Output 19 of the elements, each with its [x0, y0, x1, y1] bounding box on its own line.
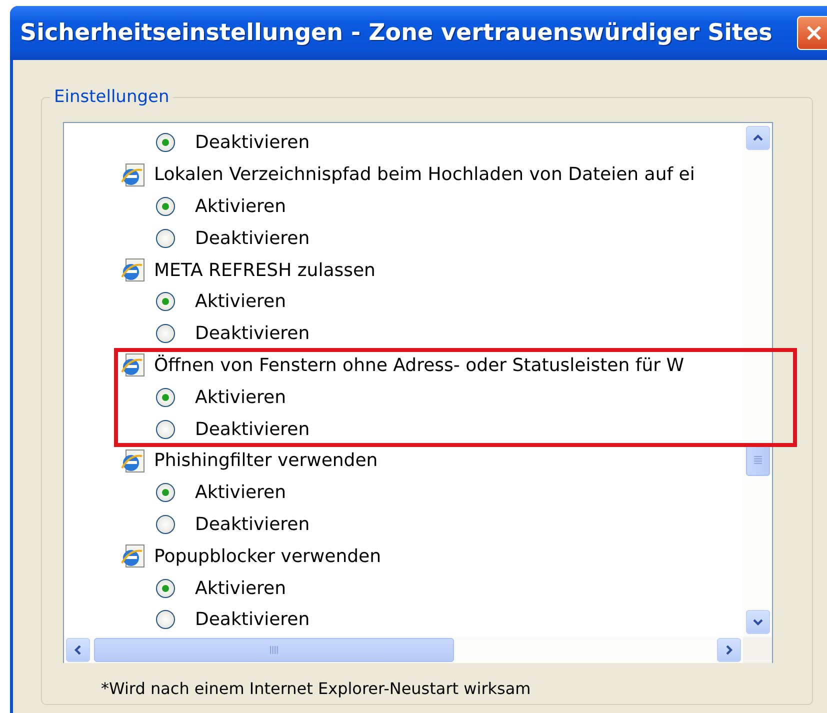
option-label: Deaktivieren	[195, 418, 310, 440]
option-label: Deaktivieren	[195, 609, 310, 630]
option-label: Aktivieren	[195, 196, 286, 217]
option-label: Deaktivieren	[195, 132, 310, 154]
setting-title: Popupblocker verwenden	[154, 546, 382, 567]
option-label: Aktivieren	[195, 578, 286, 599]
footnote: *Wird nach einem Internet Explorer-Neustart wirksam	[101, 679, 532, 698]
option-label: Aktivieren	[195, 291, 286, 312]
option-label: Aktivieren	[195, 482, 286, 504]
setting-title: Öffnen von Fenstern ohne Adress- oder Statusleisten für W	[154, 354, 684, 376]
option-label: Deaktivieren	[195, 228, 310, 249]
option-label: Deaktivieren	[195, 323, 310, 344]
option-label: Aktivieren	[195, 386, 286, 408]
setting-title: Lokalen Verzeichnispfad beim Hochladen von Dateien auf ei	[154, 164, 695, 186]
setting-title: META REFRESH zulassen	[154, 260, 376, 281]
option-label: Deaktivieren	[195, 514, 310, 535]
window-title: Sicherheitseinstellungen - Zone vertrauenswürdiger Sites	[20, 20, 772, 46]
setting-title: Phishingfilter verwenden	[154, 450, 378, 472]
group-label: Einstellungen	[50, 87, 174, 107]
